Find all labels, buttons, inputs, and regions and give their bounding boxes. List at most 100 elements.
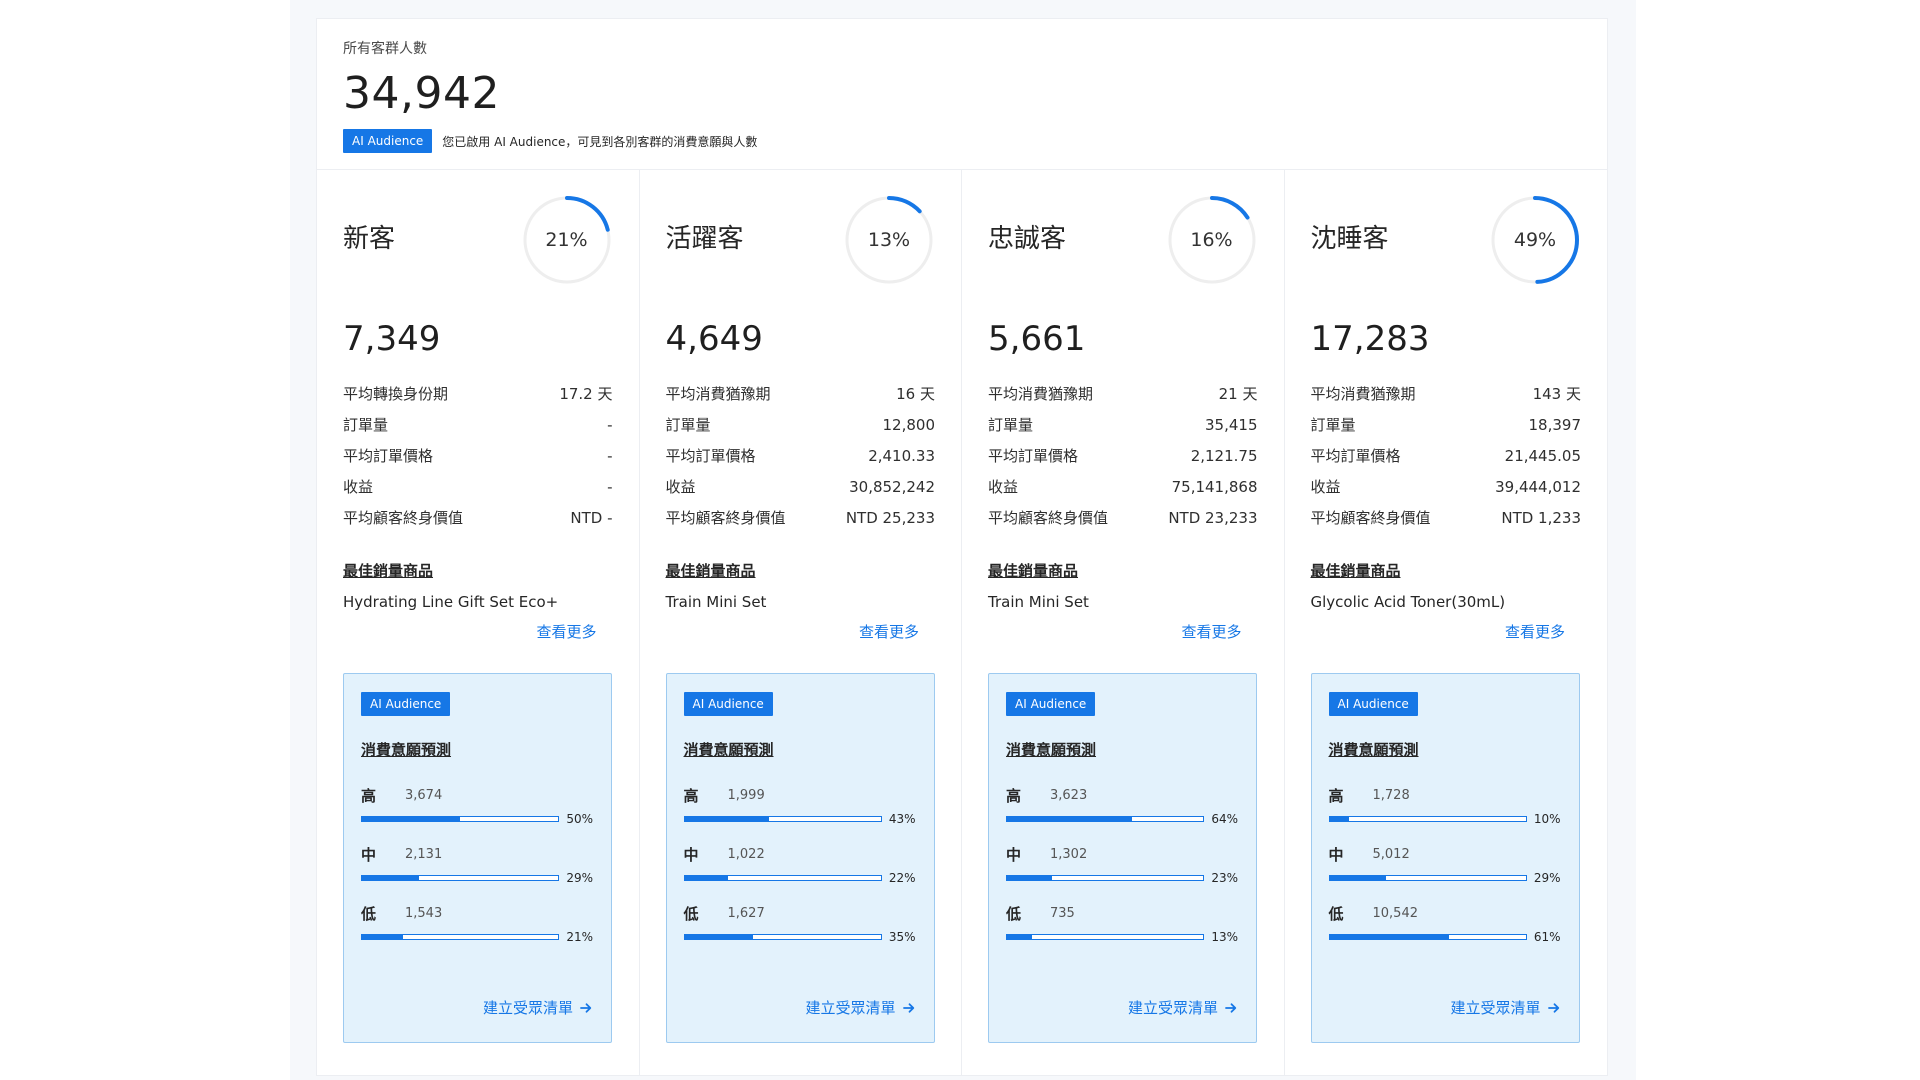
intent-level-name: 高 [1006,786,1022,805]
metric-row: 收益 39,444,012 [1311,472,1582,503]
purchase-intent-prediction: AI Audience 消費意願預測 高 1,999 43% 中 1,022 22% 低 1,… [665,673,935,1043]
segment-metrics: 平均轉換身份期 17.2 天訂單量 - 平均訂單價格 - 收益 - 平均顧客終身價值 NTD - [343,379,613,534]
arrow-right-icon [902,1002,914,1013]
view-more-link[interactable]: 查看更多 [343,618,613,646]
intent-level: 高 1,728 10% [1328,782,1562,841]
intent-level-header: 中 1,302 [1006,841,1239,867]
metric-label: 平均消費猶豫期 [1310,385,1416,403]
intent-level-percent: 29% [566,871,593,885]
view-more-link[interactable]: 查看更多 [1311,618,1582,646]
metric-label: 平均消費猶豫期 [665,385,771,403]
segment-share-percent: 13% [867,229,911,251]
best-seller-title: 最佳銷量商品 [343,562,434,580]
metric-value: 30,852,242 [849,478,935,496]
intent-level-bar-fill [362,876,419,880]
intent-level: 高 1,999 43% [683,782,917,841]
ai-audience-badge: AI Audience [1328,692,1418,716]
metric-label: 平均顧客終身價值 [1310,509,1431,527]
best-seller-product: Train Mini Set [665,593,767,611]
intent-level: 中 1,302 23% [1006,841,1239,900]
metric-value: - [607,447,613,465]
metric-label: 平均顧客終身價值 [988,509,1109,527]
intent-level-header: 中 2,131 [361,841,594,867]
intent-level: 中 2,131 29% [361,841,594,900]
intent-level-percent: 10% [1533,812,1561,826]
intent-level-name: 中 [1006,845,1022,864]
metric-row: 收益 30,852,242 [666,472,936,503]
metric-row: 平均消費猶豫期 143 天 [1311,379,1582,410]
intent-level-count: 10,542 [1372,905,1419,921]
intent-level-percent: 23% [1211,871,1238,885]
metric-row: 平均訂單價格 21,445.05 [1311,441,1582,472]
segment-header: 新客 21% [343,170,613,294]
metric-row: 平均消費猶豫期 21 天 [988,379,1258,410]
metric-label: 平均訂單價格 [343,447,434,465]
metric-row: 收益 75,141,868 [988,472,1258,503]
intent-level-bar-row: 21% [361,926,594,948]
metric-row: 訂單量 18,397 [1311,410,1582,441]
create-audience-list-label: 建立受眾清單 [1127,999,1218,1017]
metric-label: 收益 [665,478,696,496]
metric-value: 143 天 [1532,385,1581,403]
metric-value: - [607,478,613,496]
create-audience-list-link[interactable]: 建立受眾清單 [1450,997,1560,1018]
purchase-intent-prediction: AI Audience 消費意願預測 高 1,728 10% 中 5,012 29% 低 10… [1310,673,1580,1043]
segment-header: 忠誠客 16% [988,170,1258,294]
intent-level-bar-row: 61% [1328,926,1562,948]
create-audience-list-link[interactable]: 建立受眾清單 [805,997,915,1018]
intent-level-bar-fill [1329,876,1387,880]
intent-level-header: 低 1,543 [361,900,594,926]
metric-label: 平均顧客終身價值 [665,509,786,527]
intent-level: 低 10,542 61% [1328,900,1562,959]
intent-level-bar-row: 23% [1006,867,1239,889]
intent-level-name: 中 [683,845,699,864]
arrow-right-icon [580,1002,592,1013]
metric-value: NTD 23,233 [1168,509,1258,527]
metric-label: 訂單量 [665,416,711,434]
intent-level-bar-row: 10% [1328,808,1562,830]
intent-level-percent: 61% [1533,930,1561,944]
segment-name: 新客 [343,224,396,254]
segment-name: 沈睡客 [1310,224,1389,254]
intent-level-bar [1328,934,1527,940]
intent-level-bar-fill [1007,935,1033,939]
intent-level-header: 高 3,674 [361,782,594,808]
intent-level-bar-row: 29% [1328,867,1562,889]
intent-levels: 高 3,674 50% 中 2,131 29% 低 1,543 21% [361,782,594,959]
segment-column-1: 新客 21% 7,349 平均轉換身份期 17.2 天訂單量 - 平均訂單價格 - 收益 -… [317,170,640,1076]
metric-row: 平均消費猶豫期 16 天 [666,379,936,410]
intent-level-bar-fill [1007,817,1133,821]
intent-level-bar-row: 64% [1006,808,1239,830]
metric-label: 訂單量 [988,416,1034,434]
intent-level-name: 中 [361,845,377,864]
intent-level-bar-row: 29% [361,867,594,889]
segment-count: 7,349 [343,319,441,359]
intent-level-name: 低 [361,904,377,923]
intent-level-name: 高 [683,786,699,805]
create-audience-list-link[interactable]: 建立受眾清單 [1128,997,1238,1018]
intent-level: 高 3,674 50% [361,782,594,841]
intent-level-bar-fill [1329,935,1450,939]
metric-value: 2,410.33 [868,447,935,465]
intent-level-count: 1,728 [1372,787,1410,803]
metric-label: 平均訂單價格 [1310,447,1401,465]
intent-level-count: 1,302 [1050,846,1088,862]
metric-row: 平均轉換身份期 17.2 天 [343,379,613,410]
intent-level-count: 735 [1050,905,1075,921]
intent-level: 中 1,022 22% [683,841,917,900]
prediction-title: 消費意願預測 [1006,741,1097,759]
intent-level-bar [1328,875,1527,881]
best-seller-title: 最佳銷量商品 [1310,562,1401,580]
view-more-link[interactable]: 查看更多 [666,618,936,646]
create-audience-list-link[interactable]: 建立受眾清單 [483,997,593,1018]
audience-summary: 所有客群人數 34,942 AI Audience 您已啟用 AI Audien… [317,19,1607,170]
intent-level-header: 高 3,623 [1006,782,1239,808]
metric-value: NTD 25,233 [845,509,935,527]
prediction-title: 消費意願預測 [361,741,452,759]
intent-level-bar [1006,816,1204,822]
metric-label: 平均轉換身份期 [343,385,449,403]
metric-label: 訂單量 [343,416,389,434]
intent-level-bar-row: 43% [683,808,917,830]
intent-level-name: 中 [1328,845,1344,864]
view-more-link[interactable]: 查看更多 [988,618,1258,646]
